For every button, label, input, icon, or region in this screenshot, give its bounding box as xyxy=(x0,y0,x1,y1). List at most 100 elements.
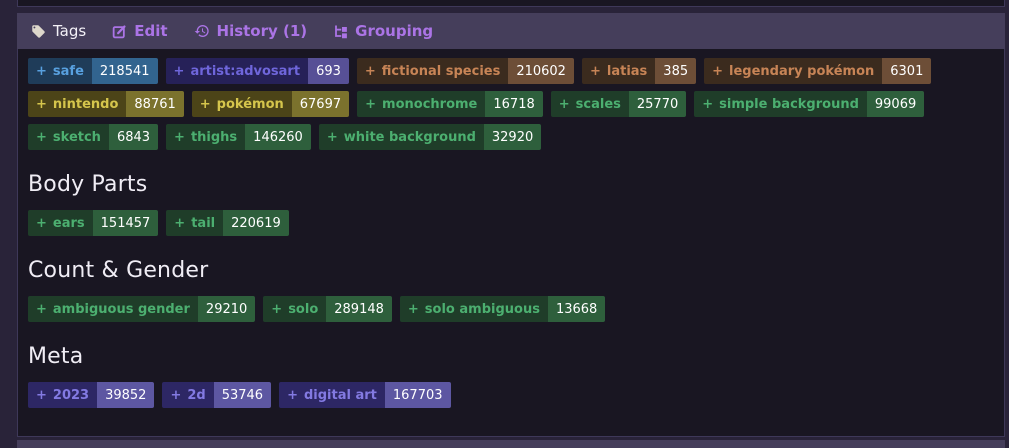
add-tag-plus[interactable]: + xyxy=(170,388,181,403)
tag-add-link[interactable]: + ambiguous gender xyxy=(28,296,198,322)
tag-list: + ambiguous gender 29210 + solo 289148 + solo a… xyxy=(28,296,973,322)
tab-tags[interactable]: Tags xyxy=(31,22,86,40)
tag-add-link[interactable]: + nintendo xyxy=(28,91,127,117)
tag-pill: + monochrome 16718 xyxy=(357,91,543,117)
tag-add-link[interactable]: + digital art xyxy=(279,382,385,408)
tag-pill: + white background 32920 xyxy=(318,124,542,150)
tag-post-count[interactable]: 25770 xyxy=(628,91,687,117)
add-tag-plus[interactable]: + xyxy=(590,64,601,79)
tag-list: + ears 151457 + tail 220619 xyxy=(28,210,973,236)
tag-add-link[interactable]: + tail xyxy=(166,210,224,236)
tag-add-link[interactable]: +2d xyxy=(162,382,214,408)
tag-pill: + digital art 167703 xyxy=(279,382,451,408)
add-tag-plus[interactable]: + xyxy=(174,216,185,231)
section-title: Body Parts xyxy=(28,172,148,197)
add-tag-plus[interactable]: + xyxy=(200,97,211,112)
tag-post-count[interactable]: 88761 xyxy=(126,91,184,117)
tag-list: + safe 218541 + artist:advosart 693 + fictional… xyxy=(28,58,973,150)
tag-post-count[interactable]: 29210 xyxy=(197,296,256,322)
tag-add-link[interactable]: + latias xyxy=(581,58,656,84)
tag-post-count[interactable]: 16718 xyxy=(485,91,543,117)
tag-post-count[interactable]: 99069 xyxy=(866,91,925,117)
tag-add-link[interactable]: +2023 xyxy=(28,382,98,408)
tag-pill: + latias 385 xyxy=(581,58,697,84)
tag-add-link[interactable]: + pokémon xyxy=(191,91,292,117)
tab-edit[interactable]: Edit xyxy=(112,22,168,40)
tag-pill: + solo ambiguous 13668 xyxy=(399,296,606,322)
tag-pill: + sketch 6843 xyxy=(28,124,159,150)
add-tag-plus[interactable]: + xyxy=(559,97,570,112)
add-tag-plus[interactable]: + xyxy=(36,388,47,403)
tag-add-link[interactable]: + legendary pokémon xyxy=(704,58,883,84)
add-tag-plus[interactable]: + xyxy=(287,388,298,403)
tag-post-count[interactable]: 210602 xyxy=(508,58,574,84)
tag-name-label: thighs xyxy=(190,129,238,145)
tag-add-link[interactable]: + safe xyxy=(28,58,92,84)
tag-name-label: pokémon xyxy=(216,96,284,112)
tag-post-count[interactable]: 6843 xyxy=(108,124,159,150)
add-tag-plus[interactable]: + xyxy=(712,64,723,79)
tag-post-count[interactable]: 218541 xyxy=(91,58,158,84)
tag-name-label: 2023 xyxy=(52,387,90,403)
tab-grouping[interactable]: Grouping xyxy=(333,22,433,40)
tag-add-link[interactable]: + monochrome xyxy=(357,91,486,117)
tag-name-label: white background xyxy=(343,129,476,145)
add-tag-plus[interactable]: + xyxy=(36,130,47,145)
add-tag-plus[interactable]: + xyxy=(702,97,713,112)
tag-post-count[interactable]: 67697 xyxy=(291,91,350,117)
tag-add-link[interactable]: + fictional species xyxy=(356,58,509,84)
tag-post-count[interactable]: 693 xyxy=(308,58,349,84)
tag-post-count[interactable]: 289148 xyxy=(326,296,392,322)
tag-post-count[interactable]: 13668 xyxy=(547,296,606,322)
tag-pill: + scales 25770 xyxy=(550,91,687,117)
tag-name-label: sketch xyxy=(52,129,101,145)
tag-pill: + pokémon 67697 xyxy=(191,91,350,117)
tag-post-count[interactable]: 220619 xyxy=(223,210,289,236)
tag-pill: + legendary pokémon 6301 xyxy=(704,58,932,84)
tag-pill: + nintendo 88761 xyxy=(28,91,184,117)
add-tag-plus[interactable]: + xyxy=(408,302,419,317)
tag-add-link[interactable]: + scales xyxy=(550,91,629,117)
tag-name-label: solo xyxy=(288,301,319,317)
add-tag-plus[interactable]: + xyxy=(36,302,47,317)
tag-pill: + ambiguous gender 29210 xyxy=(28,296,256,322)
tag-add-link[interactable]: + ears xyxy=(28,210,93,236)
tag-add-link[interactable]: + artist:advosart xyxy=(165,58,309,84)
add-tag-plus[interactable]: + xyxy=(365,97,376,112)
tag-icon xyxy=(31,24,46,39)
add-tag-plus[interactable]: + xyxy=(36,97,47,112)
tab-label: Grouping xyxy=(355,22,434,40)
tag-post-count[interactable]: 32920 xyxy=(483,124,542,150)
add-tag-plus[interactable]: + xyxy=(327,130,338,145)
add-tag-plus[interactable]: + xyxy=(36,64,47,79)
history-icon xyxy=(194,23,210,39)
tag-post-count[interactable]: 39852 xyxy=(97,382,155,408)
tags-panel: Tags Edit History (1) Grouping + safe 2185… xyxy=(17,13,1005,437)
tag-name-label: ambiguous gender xyxy=(52,301,190,317)
add-tag-plus[interactable]: + xyxy=(365,64,376,79)
tag-post-count[interactable]: 167703 xyxy=(384,382,451,408)
add-tag-plus[interactable]: + xyxy=(36,216,47,231)
tag-post-count[interactable]: 146260 xyxy=(245,124,311,150)
tag-add-link[interactable]: + simple background xyxy=(694,91,867,117)
tag-list: +2023 39852 +2d 53746 + digital art 167703 xyxy=(28,382,973,408)
tag-sections: + safe 218541 + artist:advosart 693 + fictional… xyxy=(17,49,1005,437)
tag-add-link[interactable]: + solo xyxy=(263,296,327,322)
add-tag-plus[interactable]: + xyxy=(271,302,282,317)
tag-name-label: simple background xyxy=(719,96,859,112)
tag-post-count[interactable]: 6301 xyxy=(882,58,932,84)
tag-post-count[interactable]: 151457 xyxy=(92,210,159,236)
add-tag-plus[interactable]: + xyxy=(174,64,185,79)
section-title: Meta xyxy=(28,344,84,369)
tab-history[interactable]: History (1) xyxy=(194,22,307,40)
tag-name-label: scales xyxy=(575,96,621,112)
tag-add-link[interactable]: + sketch xyxy=(28,124,109,150)
tag-pill: +2023 39852 xyxy=(28,382,155,408)
tag-post-count[interactable]: 385 xyxy=(655,58,697,84)
tag-name-label: 2d xyxy=(187,387,206,403)
tag-add-link[interactable]: + thighs xyxy=(166,124,246,150)
tag-add-link[interactable]: + solo ambiguous xyxy=(399,296,548,322)
tag-post-count[interactable]: 53746 xyxy=(213,382,272,408)
add-tag-plus[interactable]: + xyxy=(174,130,185,145)
tag-add-link[interactable]: + white background xyxy=(318,124,484,150)
